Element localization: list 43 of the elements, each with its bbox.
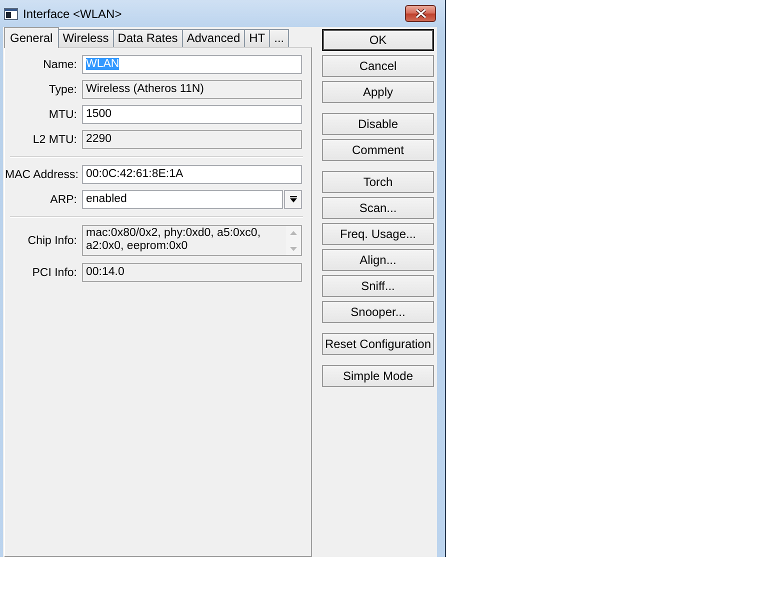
tab[interactable]: Wireless <box>58 29 114 47</box>
tab[interactable]: General <box>4 27 59 48</box>
window-title: Interface <WLAN> <box>23 7 123 21</box>
dropdown-arrow-icon <box>290 196 296 203</box>
dialog-button[interactable]: Align... <box>322 249 434 271</box>
scrollbar[interactable] <box>286 226 301 255</box>
field-label: L2 MTU: <box>32 134 78 146</box>
text-field[interactable]: 1500 <box>82 105 302 124</box>
dialog-button[interactable]: Comment <box>322 139 434 161</box>
window-icon <box>4 8 18 20</box>
chip-info-field[interactable]: mac:0x80/0x2, phy:0xd0, a5:0xc0, a2:0x0, eeprom:0x0 <box>82 225 302 256</box>
tab[interactable]: Advanced <box>182 29 246 47</box>
field-label: Name: <box>42 58 78 70</box>
field-label: MTU: <box>48 108 78 120</box>
dialog-button[interactable]: Reset Configuration <box>322 333 434 355</box>
dialog-button[interactable]: Simple Mode <box>322 365 434 387</box>
dialog-button[interactable]: Sniff... <box>322 275 434 297</box>
field-label: Type: <box>48 84 78 96</box>
dialog-button[interactable]: Scan... <box>322 197 434 219</box>
tab[interactable]: HT <box>244 29 270 47</box>
scroll-up-icon[interactable] <box>290 231 297 235</box>
field-label: MAC Address: <box>5 168 80 180</box>
dialog-button[interactable]: Apply <box>322 81 434 103</box>
dialog-button[interactable]: OK <box>322 29 434 51</box>
dropdown-field[interactable]: enabled <box>82 190 283 209</box>
field-label: Chip Info: <box>26 234 78 246</box>
close-button[interactable] <box>405 5 436 22</box>
scroll-down-icon[interactable] <box>290 247 297 251</box>
field-label: PCI Info: <box>31 266 78 278</box>
tab[interactable]: ... <box>269 29 290 47</box>
dialog-button[interactable]: Torch <box>322 171 434 193</box>
dialog-button[interactable]: Cancel <box>322 55 434 77</box>
text-field[interactable]: 00:0C:42:61:8E:1A <box>82 165 302 184</box>
text-field[interactable]: 2290 <box>82 130 302 149</box>
dropdown-button[interactable] <box>284 190 302 209</box>
dialog-button[interactable]: Disable <box>322 113 434 135</box>
field-label: ARP: <box>49 194 78 206</box>
text-field[interactable]: Wireless (Atheros 11N) <box>82 80 302 99</box>
dialog-button[interactable]: Snooper... <box>322 301 434 323</box>
text-field[interactable]: 00:14.0 <box>82 263 302 282</box>
dialog-button[interactable]: Freq. Usage... <box>322 223 434 245</box>
close-icon <box>416 9 426 18</box>
tab[interactable]: Data Rates <box>112 29 183 47</box>
